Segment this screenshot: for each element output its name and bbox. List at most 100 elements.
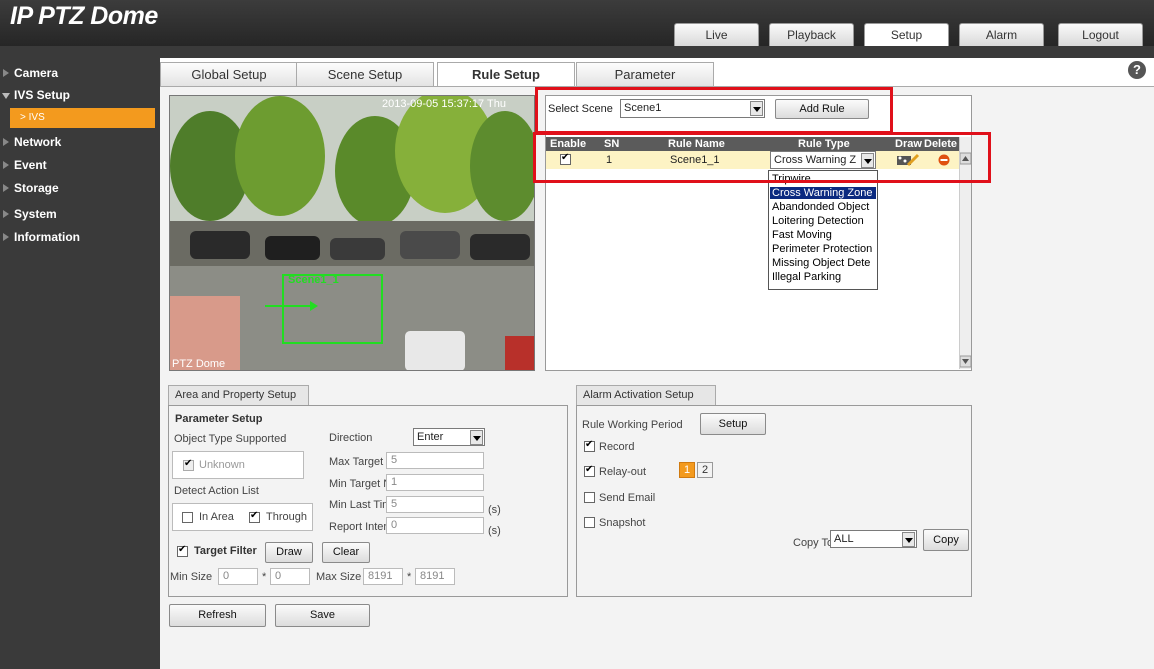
direction-label: Direction xyxy=(329,432,373,444)
subtab-parameter[interactable]: Parameter xyxy=(576,62,714,86)
sidebar-item-information[interactable]: Information xyxy=(0,226,160,248)
tab-setup[interactable]: Setup xyxy=(864,23,949,46)
relay-out-label: Relay-out xyxy=(599,466,647,478)
sidebar-item-label: Event xyxy=(14,158,47,172)
subtab-rule-setup[interactable]: Rule Setup xyxy=(437,62,575,86)
sidebar-item-label: Network xyxy=(14,135,62,149)
sidebar: Camera IVS Setup > IVS Network Event Sto… xyxy=(0,58,160,669)
draw-button[interactable]: Draw xyxy=(265,542,313,563)
rule-type-dropdown[interactable]: Tripwire Cross Warning Zone Abandonded O… xyxy=(768,170,878,290)
snapshot-checkbox[interactable] xyxy=(584,517,595,528)
save-button[interactable]: Save xyxy=(275,604,370,627)
unknown-label: Unknown xyxy=(199,459,245,471)
object-type-label: Object Type Supported xyxy=(174,433,287,445)
video-preview[interactable]: 2013-09-05 15:37:17 Thu Scene1_1 PTZ Dom… xyxy=(169,95,535,371)
chevron-down-icon xyxy=(2,93,10,99)
min-size-label: Min Size xyxy=(170,571,213,583)
report-interval-input[interactable]: 0 xyxy=(386,517,484,534)
refresh-button[interactable]: Refresh xyxy=(169,604,266,627)
through-label: Through xyxy=(266,511,307,523)
highlight-box xyxy=(533,132,991,183)
unknown-checkbox[interactable] xyxy=(183,458,194,471)
tab-alarm[interactable]: Alarm xyxy=(959,23,1044,46)
direction-value: Enter xyxy=(417,431,444,443)
sidebar-item-label: Information xyxy=(14,230,80,244)
clear-button[interactable]: Clear xyxy=(322,542,370,563)
min-target-input[interactable]: 1 xyxy=(386,474,484,491)
app-title: IP PTZ Dome xyxy=(10,2,158,30)
min-height-input[interactable]: 0 xyxy=(270,568,310,585)
target-filter-label: Target Filter xyxy=(194,545,257,557)
relay-out-checkbox[interactable] xyxy=(584,464,595,477)
max-height-input[interactable]: 8191 xyxy=(415,568,455,585)
sidebar-item-ivs-setup[interactable]: IVS Setup xyxy=(0,84,160,106)
detect-action-label: Detect Action List xyxy=(174,485,259,497)
record-label: Record xyxy=(599,441,635,453)
option-perimeter-protection[interactable]: Perimeter Protection xyxy=(770,243,876,255)
max-width-input[interactable]: 8191 xyxy=(363,568,403,585)
min-last-time-input[interactable]: 5 xyxy=(386,496,484,513)
sidebar-item-label: Storage xyxy=(14,181,59,195)
copy-to-label: Copy To xyxy=(793,537,834,549)
relay-channel-1[interactable]: 1 xyxy=(679,462,695,478)
option-cross-warning-zone[interactable]: Cross Warning Zone xyxy=(770,187,876,199)
seconds-unit: (s) xyxy=(488,504,501,516)
option-illegal-parking[interactable]: Illegal Parking xyxy=(770,271,876,283)
sidebar-item-system[interactable]: System xyxy=(0,203,160,225)
tab-alarm-activation-setup[interactable]: Alarm Activation Setup xyxy=(576,385,716,405)
sidebar-item-storage[interactable]: Storage xyxy=(0,177,160,199)
tab-area-property-setup[interactable]: Area and Property Setup xyxy=(168,385,309,405)
chevron-down-icon xyxy=(902,532,915,547)
option-loitering-detection[interactable]: Loitering Detection xyxy=(770,215,876,227)
seconds-unit: (s) xyxy=(488,525,501,537)
snapshot-label: Snapshot xyxy=(599,517,646,529)
subtab-scene-setup[interactable]: Scene Setup xyxy=(296,62,434,86)
size-separator: * xyxy=(262,571,267,583)
sidebar-item-camera[interactable]: Camera xyxy=(0,62,160,84)
tab-playback[interactable]: Playback xyxy=(769,23,854,46)
highlight-box xyxy=(535,87,893,134)
record-checkbox[interactable] xyxy=(584,439,595,452)
tab-logout[interactable]: Logout xyxy=(1058,23,1143,46)
option-missing-object[interactable]: Missing Object Dete xyxy=(770,257,876,269)
copy-to-select[interactable]: ALL xyxy=(830,530,917,548)
tab-live[interactable]: Live xyxy=(674,23,759,46)
chevron-right-icon xyxy=(3,138,9,146)
help-icon[interactable]: ? xyxy=(1128,61,1146,79)
send-email-label: Send Email xyxy=(599,492,656,504)
sidebar-item-label: IVS Setup xyxy=(14,88,71,102)
chevron-right-icon xyxy=(3,210,9,218)
chevron-right-icon xyxy=(3,69,9,77)
in-area-label: In Area xyxy=(199,511,234,523)
target-filter-checkbox[interactable] xyxy=(177,544,188,557)
max-size-label: Max Size xyxy=(316,571,362,583)
in-area-checkbox[interactable] xyxy=(182,512,193,523)
sidebar-item-network[interactable]: Network xyxy=(0,131,160,153)
size-separator: * xyxy=(407,571,412,583)
chevron-right-icon xyxy=(3,233,9,241)
direction-select[interactable]: Enter xyxy=(413,428,485,446)
object-type-group: Unknown xyxy=(172,451,304,479)
sidebar-item-event[interactable]: Event xyxy=(0,154,160,176)
subtab-global-setup[interactable]: Global Setup xyxy=(160,62,298,86)
parameter-setup-heading: Parameter Setup xyxy=(175,413,263,425)
video-overlay-label: PTZ Dome xyxy=(172,358,226,370)
option-abandoned-object[interactable]: Abandonded Object xyxy=(770,201,876,213)
detect-action-group: In Area Through xyxy=(172,503,313,531)
max-target-input[interactable]: 5 xyxy=(386,452,484,469)
min-width-input[interactable]: 0 xyxy=(218,568,258,585)
option-fast-moving[interactable]: Fast Moving xyxy=(770,229,876,241)
working-period-setup-button[interactable]: Setup xyxy=(700,413,766,435)
chevron-right-icon xyxy=(3,161,9,169)
send-email-checkbox[interactable] xyxy=(584,492,595,503)
relay-channel-2[interactable]: 2 xyxy=(697,462,713,478)
copy-to-value: ALL xyxy=(834,533,854,545)
sidebar-item-ivs[interactable]: > IVS xyxy=(10,108,155,128)
through-checkbox[interactable] xyxy=(249,510,260,523)
chevron-down-icon xyxy=(470,430,483,445)
rule-region-label: Scene1_1 xyxy=(288,274,339,286)
copy-button[interactable]: Copy xyxy=(923,529,969,551)
video-timestamp: 2013-09-05 15:37:17 Thu xyxy=(382,98,506,110)
working-period-label: Rule Working Period xyxy=(582,419,683,431)
chevron-right-icon xyxy=(3,184,9,192)
